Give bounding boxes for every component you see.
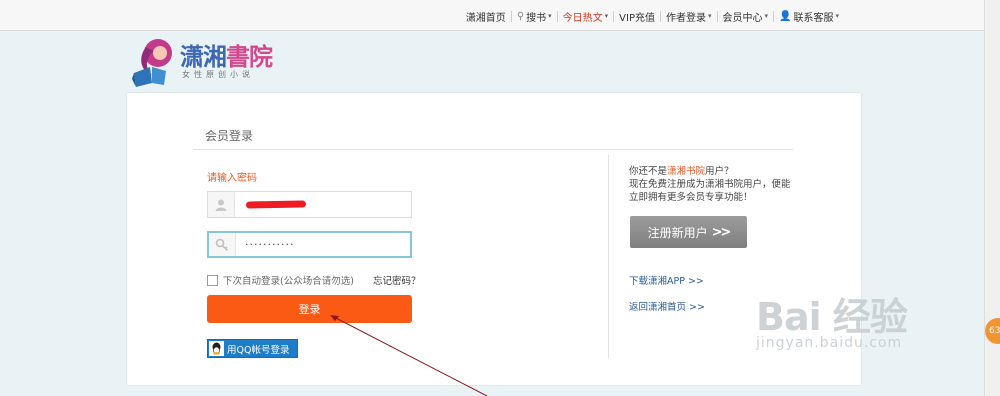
register-button[interactable]: 注册新用户 >> — [630, 216, 747, 248]
back-home-link[interactable]: 返回潇湘首页 >> — [629, 299, 705, 313]
search-icon: ⚲ — [516, 10, 525, 22]
qq-login-label: 用QQ帐号登录 — [227, 344, 290, 356]
auto-login-option[interactable]: 下次自动登录(公众场合请勿选) — [207, 273, 354, 287]
logo-text: 潇湘書院 — [180, 43, 273, 71]
qq-penguin-icon — [209, 341, 224, 356]
key-icon — [209, 233, 236, 256]
vertical-divider — [608, 155, 609, 358]
download-app-link[interactable]: 下载潇湘APP >> — [629, 273, 704, 287]
redacted-username — [245, 200, 307, 209]
user-icon — [208, 192, 235, 217]
chevron-down-icon: ▾ — [708, 12, 712, 20]
nav-search-books[interactable]: ⚲ 搜书 ▾ — [512, 9, 557, 24]
nav-author-login[interactable]: 作者登录 ▾ — [661, 9, 717, 24]
auto-login-label: 下次自动登录(公众场合请勿选) — [223, 276, 354, 287]
login-button[interactable]: 登录 — [207, 295, 412, 323]
nav-home-link[interactable]: 潇湘首页 — [461, 9, 511, 24]
chevron-down-icon: ▾ — [764, 12, 769, 20]
qq-login-button[interactable]: 用QQ帐号登录 — [207, 339, 298, 358]
user-icon: 👤 — [779, 10, 792, 22]
chevron-down-icon: ▾ — [604, 12, 609, 20]
double-chevron-right-icon: >> — [711, 224, 732, 240]
nav-hot-today[interactable]: 今日热文 ▾ — [558, 9, 614, 24]
logo-emblem-icon — [132, 39, 172, 87]
top-nav: 潇湘首页 ⚲ 搜书 ▾ 今日热文 ▾ VIP充值 作者登录 ▾ 会员中心 ▾ 👤… — [461, 8, 844, 24]
site-logo[interactable]: 潇湘書院 女性原创小说 — [130, 33, 290, 88]
auto-login-checkbox[interactable] — [207, 274, 218, 286]
register-prompt: 你还不是潇湘书院用户？ 现在免费注册成为潇湘书院用户，便能立即拥有更多会员专享功… — [629, 166, 791, 203]
nav-member-center[interactable]: 会员中心 ▾ — [718, 9, 774, 24]
login-panel: 会员登录 请输入密码 ··········· 下次自动登录(公众场合请勿选) 忘… — [126, 92, 862, 386]
password-value: ··········· — [245, 238, 295, 251]
chevron-down-icon: ▾ — [835, 12, 839, 20]
nav-vip-recharge[interactable]: VIP充值 — [614, 9, 660, 24]
page-title: 会员登录 — [205, 129, 254, 143]
username-field[interactable] — [207, 191, 412, 218]
nav-contact-support[interactable]: 👤 联系客服 ▾ — [774, 9, 844, 24]
error-message: 请输入密码 — [207, 173, 257, 184]
password-field[interactable]: ··········· — [207, 231, 412, 258]
logo-subtitle: 女性原创小说 — [182, 70, 254, 79]
baidu-watermark: Bai 经验 jingyan.baidu.com — [756, 295, 908, 351]
forgot-password-link[interactable]: 忘记密码？ — [373, 273, 421, 287]
title-divider — [193, 149, 793, 150]
chevron-down-icon: ▾ — [548, 12, 552, 20]
top-bar: 潇湘首页 ⚲ 搜书 ▾ 今日热文 ▾ VIP充值 作者登录 ▾ 会员中心 ▾ 👤… — [0, 0, 1000, 31]
